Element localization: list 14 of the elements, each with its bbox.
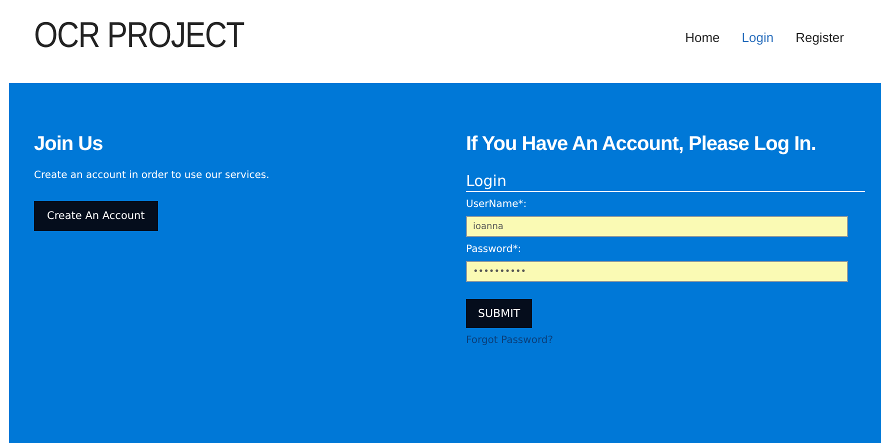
submit-button[interactable]: SUBMIT: [466, 299, 532, 328]
form-legend: Login: [466, 172, 865, 192]
create-account-button[interactable]: Create An Account: [34, 201, 158, 231]
join-text: Create an account in order to use our services.: [34, 170, 270, 181]
section-title: If You Have An Account, Please Log In.: [466, 133, 816, 156]
input-field[interactable]: ••••••••••: [466, 261, 848, 282]
nav-link[interactable]: Home: [685, 30, 720, 45]
nav-link[interactable]: Login: [742, 30, 774, 45]
field-label: Password*:: [466, 244, 522, 255]
field-label: UserName*:: [466, 199, 527, 210]
input-field[interactable]: ioanna: [466, 216, 848, 237]
site-logo: OCR PROJECT: [34, 14, 244, 56]
nav-link[interactable]: Register: [796, 30, 844, 45]
section-title: Join Us: [34, 133, 103, 156]
